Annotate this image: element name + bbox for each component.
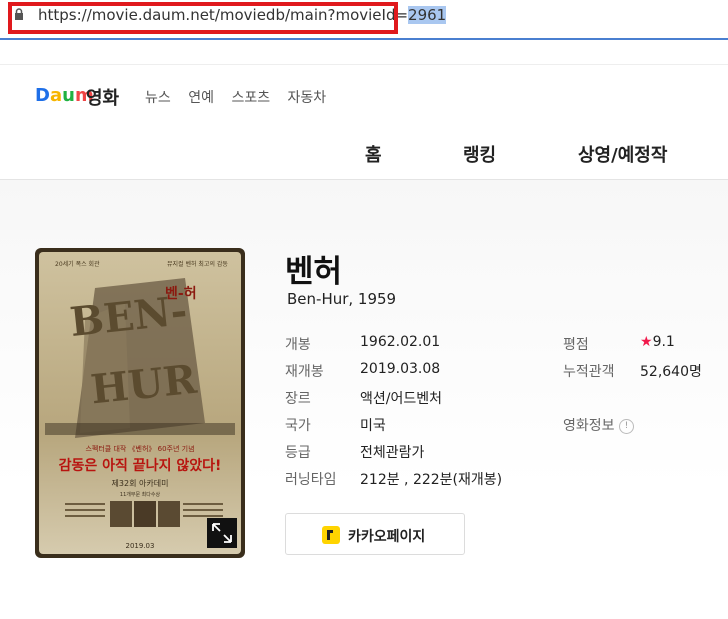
detail-value-genre: 액션/어드벤처 xyxy=(360,391,442,407)
detail-value-runtime: 212분 , 222분(재개봉) xyxy=(360,472,503,488)
poster-top-left: 20세기 폭스 회관 xyxy=(55,260,100,268)
detail-value-rating-class: 전체관람가 xyxy=(360,445,425,461)
poster-award-sub: 11개부문 최다수상 xyxy=(120,491,161,498)
nav-sports[interactable]: 스포츠 xyxy=(231,90,270,106)
poster-award: 제32회 아카데미 xyxy=(112,478,169,488)
movie-poster[interactable]: 20세기 폭스 회관 뮤지컬 벤허 최고의 감동 BEN- HUR 벤-허 스펙… xyxy=(35,248,245,558)
poster-top-right: 뮤지컬 벤허 최고의 감동 xyxy=(167,260,228,268)
movie-info-text: 영화정보 xyxy=(563,418,615,434)
info-icon[interactable]: ! xyxy=(618,418,634,434)
detail-value-rerelease: 2019.03.08 xyxy=(360,361,441,377)
audience-label: 누적관객 xyxy=(563,364,615,380)
score-value: ★9.1 xyxy=(640,334,675,350)
audience-value: 52,640명 xyxy=(640,364,702,380)
poster-banner-2: 감동은 아직 끝나지 않았다! xyxy=(59,457,222,474)
detail-label-genre: 장르 xyxy=(285,391,311,407)
detail-value-release: 1962.02.01 xyxy=(360,334,441,350)
poster-graphic: 20세기 폭스 회관 뮤지컬 벤허 최고의 감동 BEN- HUR 벤-허 스펙… xyxy=(45,260,235,550)
detail-value-country: 미국 xyxy=(360,418,386,434)
browser-address-bar[interactable]: https://movie.daum.net/moviedb/main?movi… xyxy=(0,0,728,38)
kakaopage-button[interactable]: 카카오페이지 xyxy=(285,513,465,555)
movie-tabs: 홈 랭킹 상영/예정작 xyxy=(0,125,728,180)
poster-date: 2019.03 xyxy=(126,542,155,550)
nav-news[interactable]: 뉴스 xyxy=(145,90,171,106)
movie-info-label[interactable]: 영화정보 ! xyxy=(563,415,634,435)
nav-entertainment[interactable]: 연예 xyxy=(188,90,214,106)
nav-cars[interactable]: 자동차 xyxy=(288,90,327,106)
url-selected-text: 2961 xyxy=(408,6,447,24)
poster-banner-1: 스펙터클 대작 《벤허》 60주년 기념 xyxy=(85,444,194,453)
kakaopage-icon xyxy=(322,526,340,544)
address-bar-underline xyxy=(0,38,728,40)
star-icon: ★ xyxy=(640,334,653,350)
tab-home[interactable]: 홈 xyxy=(365,141,382,167)
detail-label-rating-class: 등급 xyxy=(285,445,311,461)
kakaopage-label: 카카오페이지 xyxy=(348,529,426,545)
poster-korean-title: 벤-허 xyxy=(165,285,197,302)
expand-icon[interactable] xyxy=(207,518,237,548)
highlight-box xyxy=(8,2,398,34)
detail-label-country: 국가 xyxy=(285,418,311,434)
tab-now-playing[interactable]: 상영/예정작 xyxy=(578,141,667,167)
score-number: 9.1 xyxy=(652,334,675,350)
movie-original-title: Ben-Hur, 1959 xyxy=(287,290,397,308)
detail-label-release: 개봉 xyxy=(285,337,311,353)
site-header: Daum 영화 뉴스 연예 스포츠 자동차 xyxy=(0,64,728,126)
daum-logo[interactable]: Daum xyxy=(35,85,94,106)
tab-ranking[interactable]: 랭킹 xyxy=(463,141,496,167)
header-nav: 뉴스 연예 스포츠 자동차 xyxy=(145,87,339,107)
movie-title: 벤허 xyxy=(285,254,343,290)
detail-label-runtime: 러닝타임 xyxy=(285,472,337,488)
detail-label-rerelease: 재개봉 xyxy=(285,364,324,380)
section-title[interactable]: 영화 xyxy=(86,84,119,110)
score-label: 평점 xyxy=(563,337,589,353)
